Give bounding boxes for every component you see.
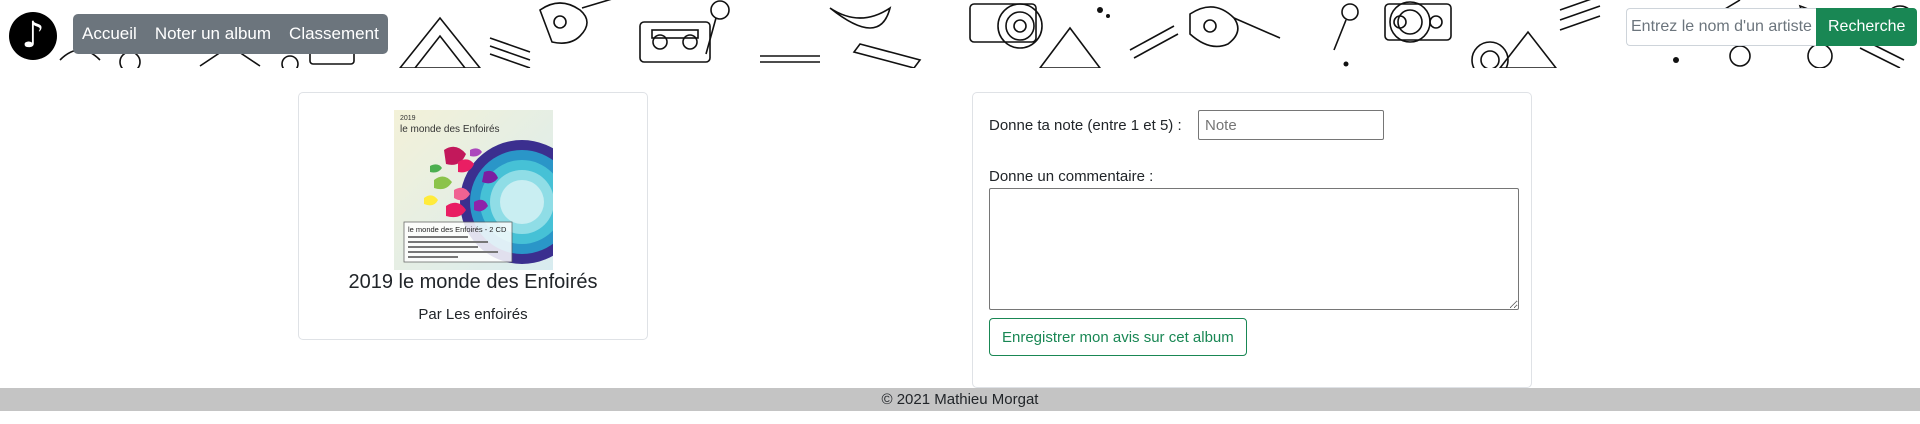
- comment-textarea[interactable]: [989, 188, 1519, 310]
- search-button[interactable]: Recherche: [1816, 8, 1918, 46]
- nav-noter-album-button[interactable]: Noter un album: [145, 14, 281, 54]
- cover-year-text: 2019: [400, 115, 416, 122]
- artist-search: Recherche: [1626, 8, 1918, 46]
- page-footer: © 2021 Mathieu Morgat: [0, 388, 1920, 411]
- site-header: ♪ Accueil Noter un album Classement Rech…: [0, 0, 1920, 68]
- album-title: 2019 le monde des Enfoirés: [348, 271, 598, 293]
- logo-glyph: ♪: [21, 15, 45, 56]
- review-form: Donne ta note (entre 1 et 5) : Donne un …: [972, 92, 1532, 388]
- music-note-icon[interactable]: ♪: [9, 12, 57, 60]
- rating-input[interactable]: [1198, 110, 1384, 140]
- artist-search-input[interactable]: [1626, 8, 1816, 46]
- main-nav: Accueil Noter un album Classement: [73, 14, 388, 54]
- cover-title-text: le monde des Enfoirés: [400, 124, 500, 135]
- album-card: 2019 le monde des Enfoirés le monde des …: [298, 92, 648, 340]
- copyright-text: © 2021 Mathieu Morgat: [881, 391, 1039, 408]
- nav-accueil-button[interactable]: Accueil: [73, 14, 146, 54]
- comment-label: Donne un commentaire :: [989, 168, 1154, 185]
- rating-label: Donne ta note (entre 1 et 5) :: [989, 117, 1182, 134]
- submit-review-button[interactable]: Enregistrer mon avis sur cet album: [989, 318, 1247, 356]
- nav-classement-button[interactable]: Classement: [280, 14, 388, 54]
- album-artist: Par Les enfoirés: [418, 306, 528, 323]
- cover-banner-text: le monde des Enfoirés - 2 CD: [408, 225, 507, 234]
- album-cover-image: 2019 le monde des Enfoirés le monde des …: [394, 110, 553, 270]
